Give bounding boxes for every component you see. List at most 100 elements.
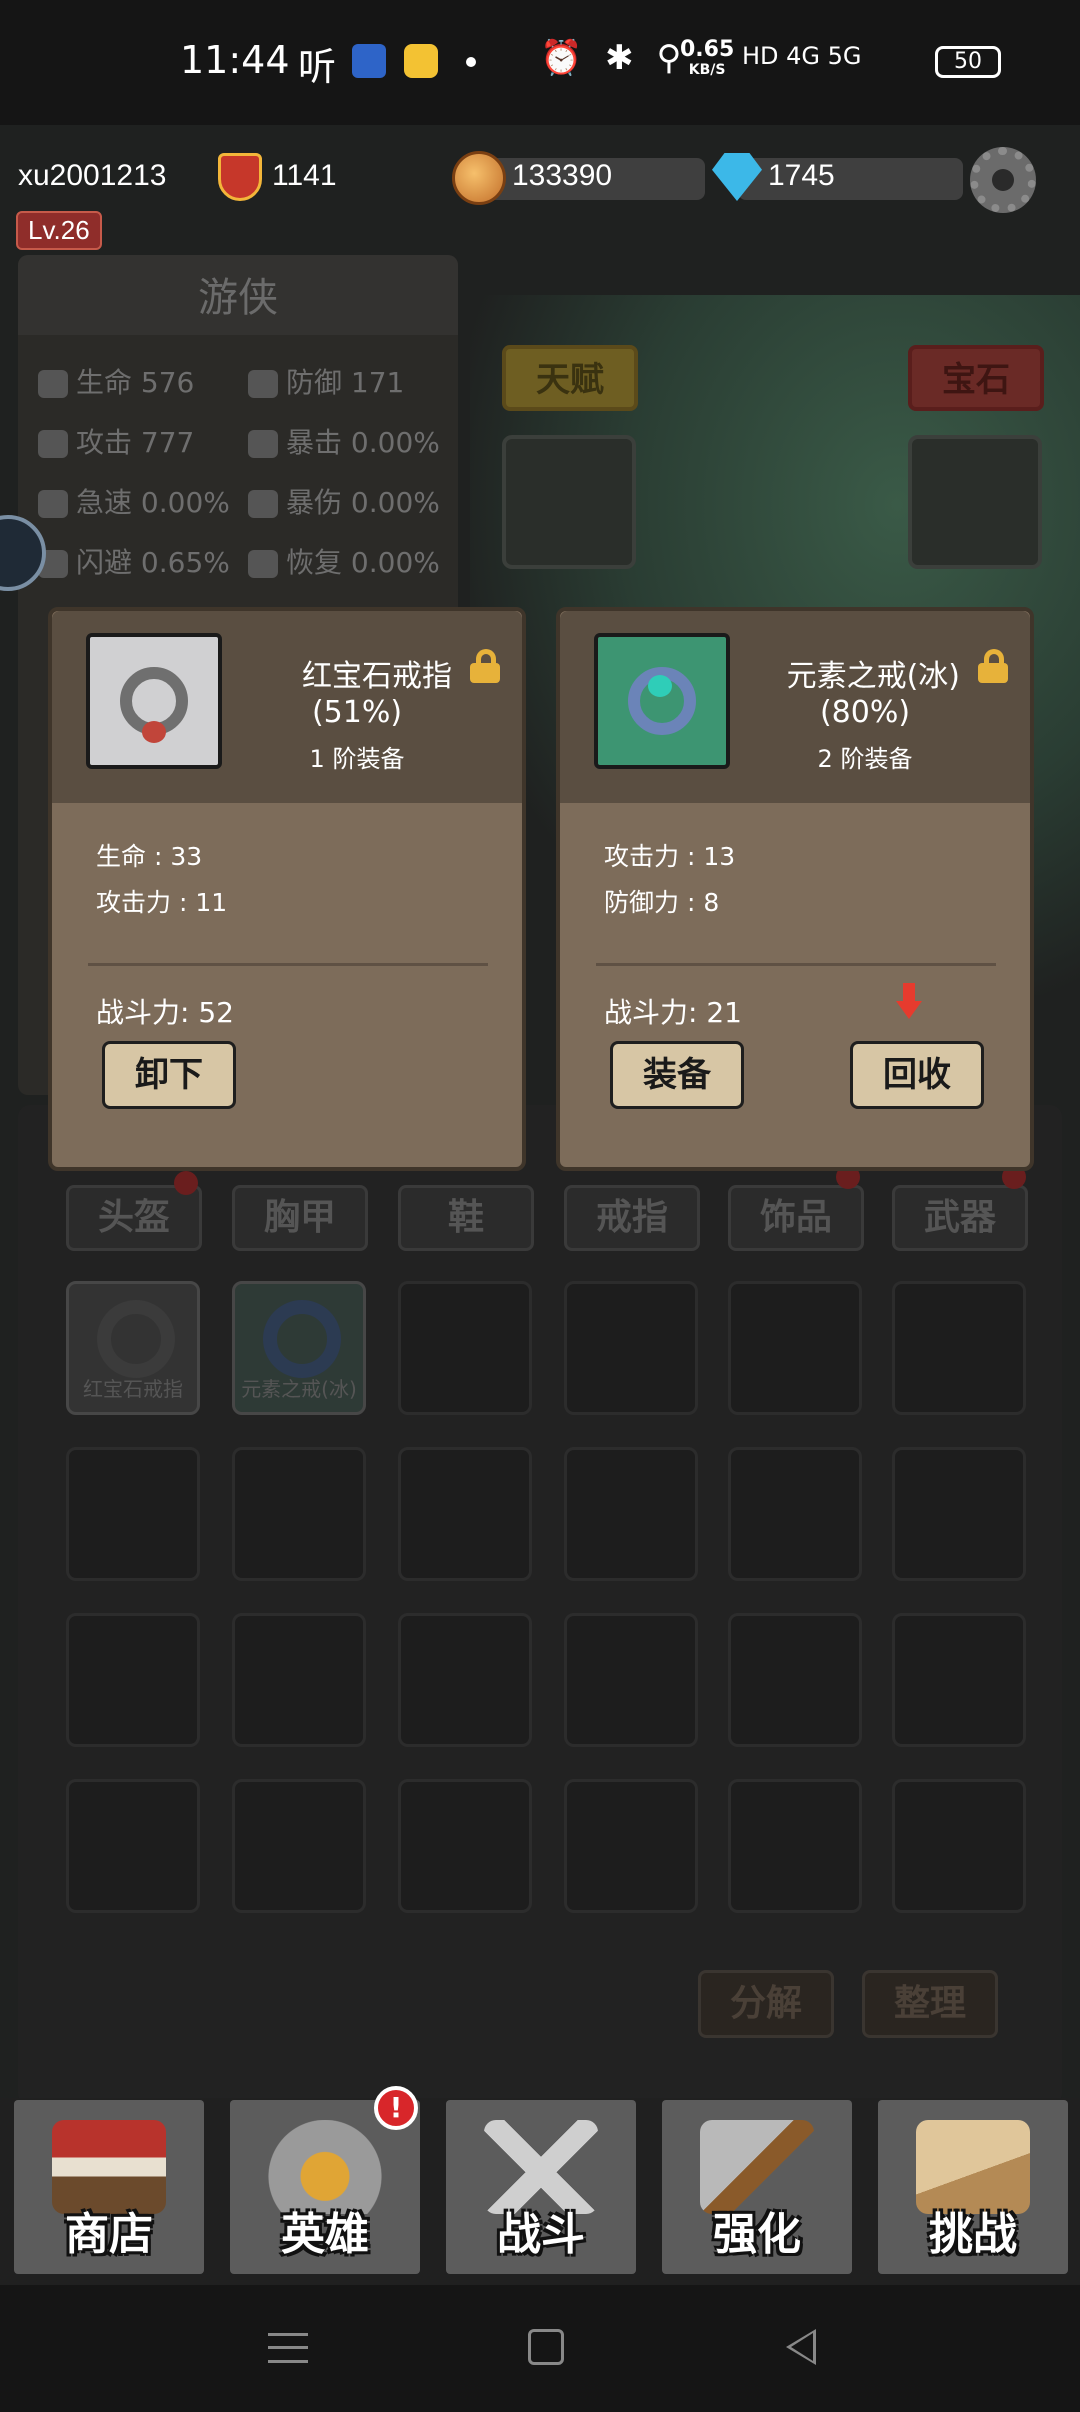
inventory-slot[interactable] <box>728 1281 862 1415</box>
tab-helmet[interactable]: 头盔 <box>66 1185 202 1251</box>
divider <box>88 963 488 966</box>
recycle-button[interactable]: 回收 <box>850 1041 984 1109</box>
inventory-item-ruby-ring[interactable]: 红宝石戒指 <box>66 1281 200 1415</box>
sword-icon <box>38 430 68 458</box>
home-icon[interactable] <box>528 2329 564 2365</box>
tab-accessory[interactable]: 饰品 <box>728 1185 864 1251</box>
inventory-slot[interactable] <box>892 1447 1026 1581</box>
signal-icons: HD 4G 5G <box>742 42 862 70</box>
item-stat: 攻击力 : 11 <box>96 888 228 917</box>
ting-app-icon: 听 <box>298 45 337 89</box>
item-name: 元素之戒(冰) <box>786 659 960 694</box>
inventory-slot[interactable] <box>892 1779 1026 1913</box>
system-navigation-bar <box>0 2285 1080 2412</box>
heart-icon <box>38 370 68 398</box>
ring-icon <box>97 1300 175 1378</box>
map-app-icon <box>352 44 386 78</box>
battery-icon: 50 <box>935 46 1001 78</box>
compare-item-popup: 元素之戒(冰) (80%) 2 阶装备 攻击力 : 13 防御力 : 8 战斗力… <box>556 607 1034 1171</box>
stat-crit-damage: 暴伤 0.00% <box>248 481 440 521</box>
haste-icon <box>38 490 68 518</box>
fire-icon <box>248 430 278 458</box>
nav-upgrade[interactable]: 强化 <box>662 2100 852 2274</box>
recent-apps-icon[interactable] <box>268 2333 308 2363</box>
ring-equip-slot[interactable] <box>908 435 1042 569</box>
nav-battle[interactable]: 战斗 <box>446 2100 636 2274</box>
nav-challenge[interactable]: 挑战 <box>878 2100 1068 2274</box>
hero-alert-badge: ! <box>374 2086 418 2130</box>
stat-regen: 恢复 0.00% <box>248 541 440 581</box>
stat-attack: 攻击 777 <box>38 421 194 461</box>
crit-damage-icon <box>248 490 278 518</box>
inventory-slot[interactable] <box>398 1447 532 1581</box>
inventory-slot[interactable] <box>398 1779 532 1913</box>
coin-icon <box>452 151 506 205</box>
regen-icon <box>248 550 278 578</box>
sort-button[interactable]: 整理 <box>862 1970 998 2038</box>
equip-button[interactable]: 装备 <box>610 1041 744 1109</box>
unlock-icon[interactable] <box>468 649 502 683</box>
status-time: 11:44 <box>180 38 290 82</box>
item-combat-power: 战斗力: 52 <box>96 996 234 1029</box>
stat-crit: 暴击 0.00% <box>248 421 440 461</box>
alarm-bluetooth-location-icons: ⏰ ✱ ⚲ <box>540 38 688 78</box>
ice-gem-icon <box>648 675 672 697</box>
talent-button[interactable]: 天赋 <box>502 345 638 411</box>
inventory-slot[interactable] <box>564 1447 698 1581</box>
tab-chest[interactable]: 胸甲 <box>232 1185 368 1251</box>
player-top-bar: xu2001213 1141 Lv.26 133390 1745 <box>0 125 1080 250</box>
game-screen: xu2001213 1141 Lv.26 133390 1745 游侠 生命 5… <box>0 125 1080 2285</box>
stat-dodge: 闪避 0.65% <box>38 541 230 581</box>
divider <box>596 963 996 966</box>
level-badge: Lv.26 <box>16 211 102 250</box>
power-decrease-arrow-icon <box>896 983 922 1021</box>
username: xu2001213 <box>18 159 167 192</box>
inventory-slot[interactable] <box>398 1281 532 1415</box>
inventory-slot[interactable] <box>232 1613 366 1747</box>
inventory-panel <box>18 1105 1062 2105</box>
inventory-slot[interactable] <box>892 1281 1026 1415</box>
inventory-slot[interactable] <box>398 1613 532 1747</box>
coin-count: 133390 <box>512 159 613 192</box>
inventory-slot[interactable] <box>232 1779 366 1913</box>
inventory-slot[interactable] <box>728 1447 862 1581</box>
unlock-icon[interactable] <box>976 649 1010 683</box>
item-name: 红宝石戒指 <box>302 659 452 694</box>
ice-ring-image <box>594 633 730 769</box>
inventory-slot[interactable] <box>66 1779 200 1913</box>
stat-hp: 生命 576 <box>38 361 194 401</box>
inventory-item-ice-ring[interactable]: 元素之戒(冰) <box>232 1281 366 1415</box>
inventory-slot[interactable] <box>564 1613 698 1747</box>
item-combat-power: 战斗力: 21 <box>604 996 742 1029</box>
inventory-slot[interactable] <box>232 1447 366 1581</box>
item-tier: 1 阶装备 <box>309 745 405 773</box>
nav-shop[interactable]: 商店 <box>14 2100 204 2274</box>
inventory-slot[interactable] <box>564 1779 698 1913</box>
gear-icon[interactable] <box>970 147 1036 213</box>
inventory-slot[interactable] <box>728 1613 862 1747</box>
inventory-slot[interactable] <box>892 1613 1026 1747</box>
equipped-item-popup: 红宝石戒指 (51%) 1 阶装备 生命 : 33 攻击力 : 11 战斗力: … <box>48 607 526 1171</box>
decompose-button[interactable]: 分解 <box>698 1970 834 2038</box>
item-stat: 攻击力 : 13 <box>604 842 736 871</box>
tab-weapon[interactable]: 武器 <box>892 1185 1028 1251</box>
tab-boots[interactable]: 鞋 <box>398 1185 534 1251</box>
network-speed: 0.65 KB/S <box>680 37 735 79</box>
combat-power-shield-icon <box>218 153 262 201</box>
inventory-slot[interactable] <box>564 1281 698 1415</box>
inventory-slot[interactable] <box>728 1779 862 1913</box>
stat-haste: 急速 0.00% <box>38 481 230 521</box>
tab-ring[interactable]: 戒指 <box>564 1185 700 1251</box>
ruby-ring-image <box>86 633 222 769</box>
status-bar: 11:44 听 ⏰ ✱ ⚲ 0.65 KB/S HD 4G 5G 50 <box>0 0 1080 125</box>
gem-button[interactable]: 宝石 <box>908 345 1044 411</box>
item-quality-percent: (51%) <box>311 695 403 730</box>
inventory-slot[interactable] <box>66 1447 200 1581</box>
item-quality-percent: (80%) <box>819 695 911 730</box>
unequip-button[interactable]: 卸下 <box>102 1041 236 1109</box>
combat-power-value: 1141 <box>272 159 337 192</box>
back-icon[interactable] <box>786 2329 816 2365</box>
helmet-equip-slot[interactable] <box>502 435 636 569</box>
inventory-slot[interactable] <box>66 1613 200 1747</box>
ruby-gem-icon <box>142 721 166 743</box>
